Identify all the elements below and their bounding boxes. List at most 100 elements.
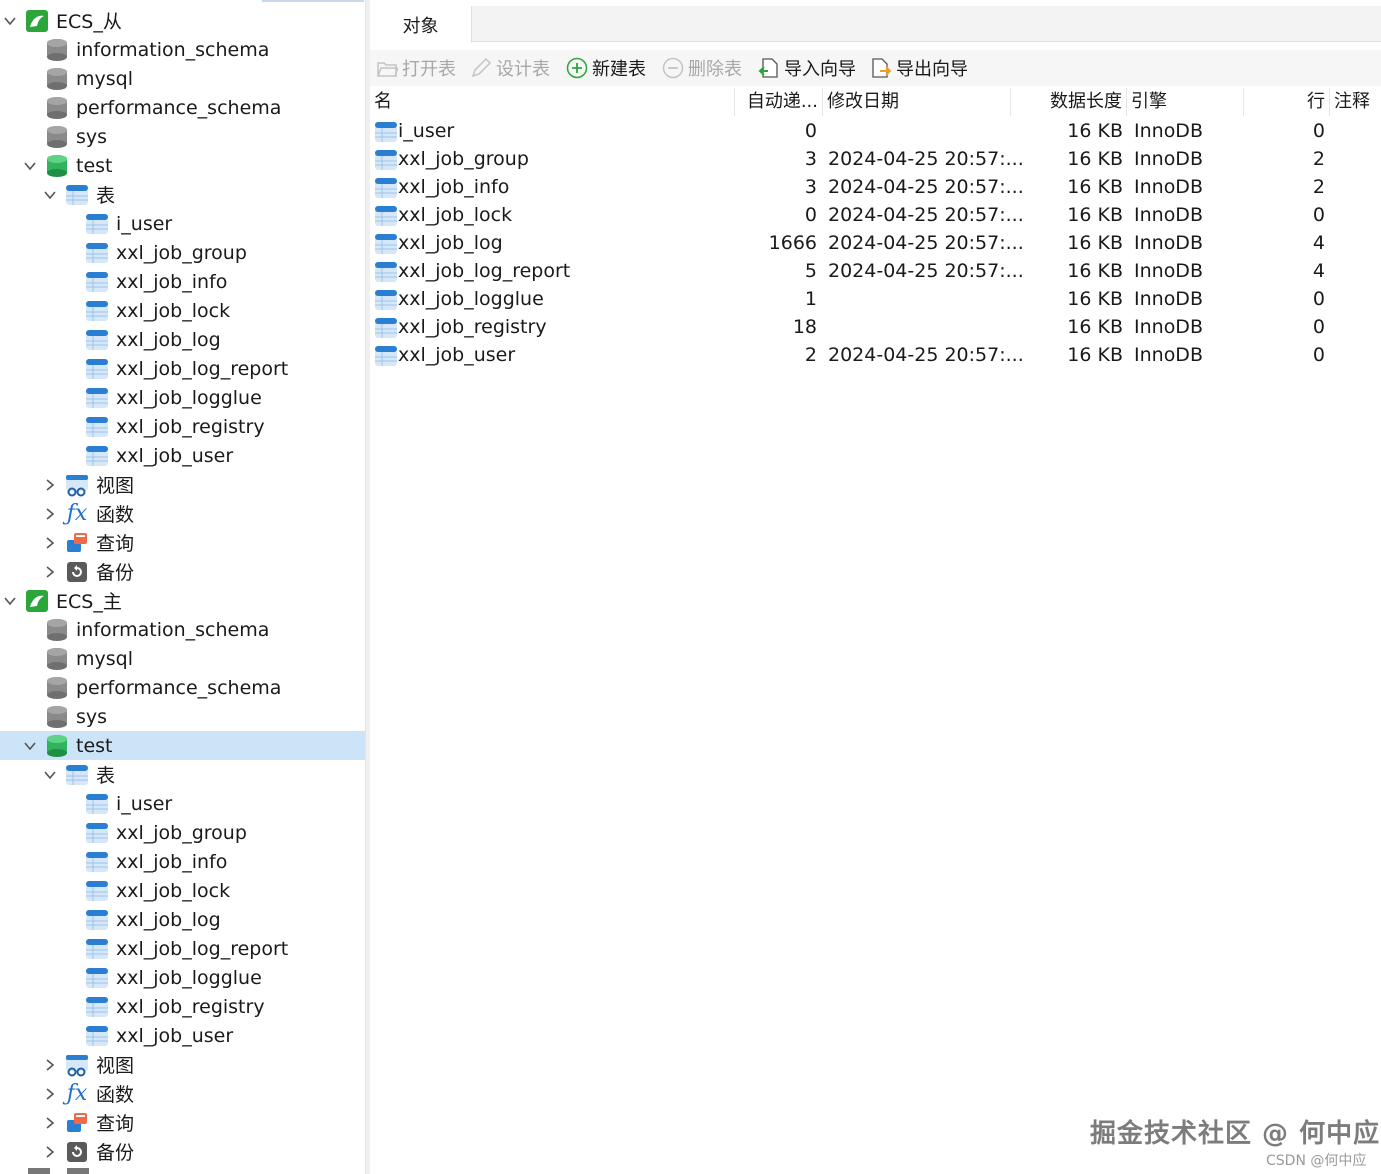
tree-table-item[interactable]: xxl_job_logglue	[0, 963, 365, 992]
tree-folder-backups[interactable]: 备份	[0, 1137, 365, 1166]
tree-folder-views[interactable]: 视图	[0, 470, 365, 499]
table-icon	[85, 241, 109, 265]
cell-name: xxl_job_logglue	[374, 285, 734, 313]
chevron-right-icon[interactable]	[42, 1115, 58, 1131]
chevron-down-icon[interactable]	[22, 158, 38, 174]
cell-engine: InnoDB	[1134, 204, 1203, 226]
tree-table-item[interactable]: xxl_job_lock	[0, 876, 365, 905]
tab-label: 对象	[402, 15, 439, 37]
chevron-right-icon[interactable]	[42, 1057, 58, 1073]
tab-objects[interactable]: 对象	[370, 6, 472, 43]
tree-connection-label: ECS_从	[56, 11, 122, 33]
cell-modified: 2024-04-25 20:57:...	[828, 176, 1024, 198]
table-row[interactable]: xxl_job_log 1666 2024-04-25 20:57:... 16 KB…	[370, 229, 1381, 257]
chevron-down-icon[interactable]	[22, 738, 38, 754]
chevron-right-icon[interactable]	[42, 1144, 58, 1160]
tree-folder-functions[interactable]: ƒx 函数	[0, 1079, 365, 1108]
chevron-right-icon[interactable]	[42, 477, 58, 493]
chevron-down-icon[interactable]	[42, 767, 58, 783]
tree-db-sys[interactable]: sys	[0, 702, 365, 731]
chevron-down-icon[interactable]	[2, 13, 18, 29]
open-table-label: 打开表	[402, 59, 456, 80]
cell-rows: 4	[1312, 232, 1325, 254]
tree-table-item[interactable]: xxl_job_group	[0, 238, 365, 267]
tree-table-item[interactable]: xxl_job_group	[0, 818, 365, 847]
export-wizard-button[interactable]: 导出向导	[870, 54, 968, 82]
tree-db-mysql[interactable]: mysql	[0, 64, 365, 93]
tree-db-mysql[interactable]: mysql	[0, 644, 365, 673]
chevron-right-icon[interactable]	[42, 506, 58, 522]
tree-folder-views[interactable]: 视图	[0, 1050, 365, 1079]
tree-db-performance-schema[interactable]: performance_schema	[0, 93, 365, 122]
open-table-button[interactable]: 打开表	[376, 54, 456, 82]
chevron-right-icon[interactable]	[42, 1086, 58, 1102]
tree-db-label: mysql	[76, 67, 133, 90]
table-row[interactable]: xxl_job_group 3 2024-04-25 20:57:... 16 KB I…	[370, 145, 1381, 173]
new-table-button[interactable]: 新建表	[566, 54, 646, 82]
tree-table-item[interactable]: xxl_job_log_report	[0, 354, 365, 383]
chevron-right-icon[interactable]	[42, 535, 58, 551]
chevron-down-icon[interactable]	[42, 187, 58, 203]
table-row[interactable]: xxl_job_log_report 5 2024-04-25 20:57:... 1…	[370, 257, 1381, 285]
tree-table-item[interactable]: xxl_job_info	[0, 847, 365, 876]
tree-db-test[interactable]: test	[0, 151, 365, 180]
design-table-button[interactable]: 设计表	[470, 54, 550, 82]
cell-name: xxl_job_group	[374, 145, 734, 173]
delete-table-button[interactable]: 删除表	[662, 54, 742, 82]
tree-table-item[interactable]: xxl_job_info	[0, 267, 365, 296]
tree-table-item[interactable]: xxl_job_logglue	[0, 383, 365, 412]
tree-connection-master[interactable]: ECS_主	[0, 586, 365, 615]
tree-table-item[interactable]: i_user	[0, 789, 365, 818]
cell-data-length: 16 KB	[1067, 176, 1123, 198]
column-header-name[interactable]: 名	[370, 88, 735, 116]
tree-db-test-selected[interactable]: test	[0, 731, 365, 760]
tree-folder-queries[interactable]: 查询	[0, 1108, 365, 1137]
import-wizard-button[interactable]: 导入向导	[758, 54, 856, 82]
chevron-right-icon[interactable]	[42, 564, 58, 580]
tree-table-item[interactable]: xxl_job_user	[0, 441, 365, 470]
tree-table-item[interactable]: xxl_job_log_report	[0, 934, 365, 963]
tree-connection-slave[interactable]: ECS_从	[0, 6, 365, 35]
column-header-auto-increment[interactable]: 自动递...	[735, 88, 823, 116]
tree-table-item[interactable]: xxl_job_registry	[0, 412, 365, 441]
tree-db-sys[interactable]: sys	[0, 122, 365, 151]
table-row[interactable]: xxl_job_logglue 1 16 KB InnoDB 0	[370, 285, 1381, 313]
cell-engine: InnoDB	[1134, 148, 1203, 170]
tree-db-information-schema[interactable]: information_schema	[0, 35, 365, 64]
cell-name-text: xxl_job_log	[398, 232, 503, 254]
table-row[interactable]: xxl_job_info 3 2024-04-25 20:57:... 16 KB In…	[370, 173, 1381, 201]
chevron-down-icon[interactable]	[2, 593, 18, 609]
tree-table-item[interactable]: xxl_job_user	[0, 1021, 365, 1050]
tree-table-item[interactable]: xxl_job_lock	[0, 296, 365, 325]
cell-auto-increment: 3	[804, 148, 817, 170]
tree-db-performance-schema[interactable]: performance_schema	[0, 673, 365, 702]
table-row[interactable]: i_user 0 16 KB InnoDB 0	[370, 117, 1381, 145]
tree-folder-functions[interactable]: ƒx 函数	[0, 499, 365, 528]
column-header-engine[interactable]: 引擎	[1127, 88, 1244, 116]
tree-folder-backups[interactable]: 备份	[0, 557, 365, 586]
tree-db-information-schema[interactable]: information_schema	[0, 615, 365, 644]
table-icon	[374, 288, 398, 312]
cell-data-length: 16 KB	[1067, 288, 1123, 310]
tree-folder-tables[interactable]: 表	[0, 180, 365, 209]
database-icon	[45, 676, 69, 700]
tree-table-item[interactable]: xxl_job_registry	[0, 992, 365, 1021]
column-header-modified[interactable]: 修改日期	[823, 88, 1011, 116]
table-icon	[85, 444, 109, 468]
column-header-data-length[interactable]: 数据长度	[1011, 88, 1127, 116]
column-header-comment[interactable]: 注释	[1330, 88, 1381, 116]
tree-table-item[interactable]: xxl_job_log	[0, 905, 365, 934]
tree-table-item[interactable]: i_user	[0, 209, 365, 238]
tree-folder-label: 备份	[96, 1142, 135, 1164]
tree-table-item[interactable]: xxl_job_log	[0, 325, 365, 354]
table-icon	[85, 328, 109, 352]
cell-comment	[1336, 117, 1381, 145]
tree-folder-tables[interactable]: 表	[0, 760, 365, 789]
table-row[interactable]: xxl_job_lock 0 2024-04-25 20:57:... 16 KB In…	[370, 201, 1381, 229]
tree-folder-queries[interactable]: 查询	[0, 528, 365, 557]
column-header-rows[interactable]: 行	[1244, 88, 1330, 116]
tree-folder-label: 函数	[96, 1084, 135, 1106]
column-header-label: 自动递...	[746, 91, 818, 112]
table-row[interactable]: xxl_job_registry 18 16 KB InnoDB 0	[370, 313, 1381, 341]
table-row[interactable]: xxl_job_user 2 2024-04-25 20:57:... 16 KB In…	[370, 341, 1381, 369]
